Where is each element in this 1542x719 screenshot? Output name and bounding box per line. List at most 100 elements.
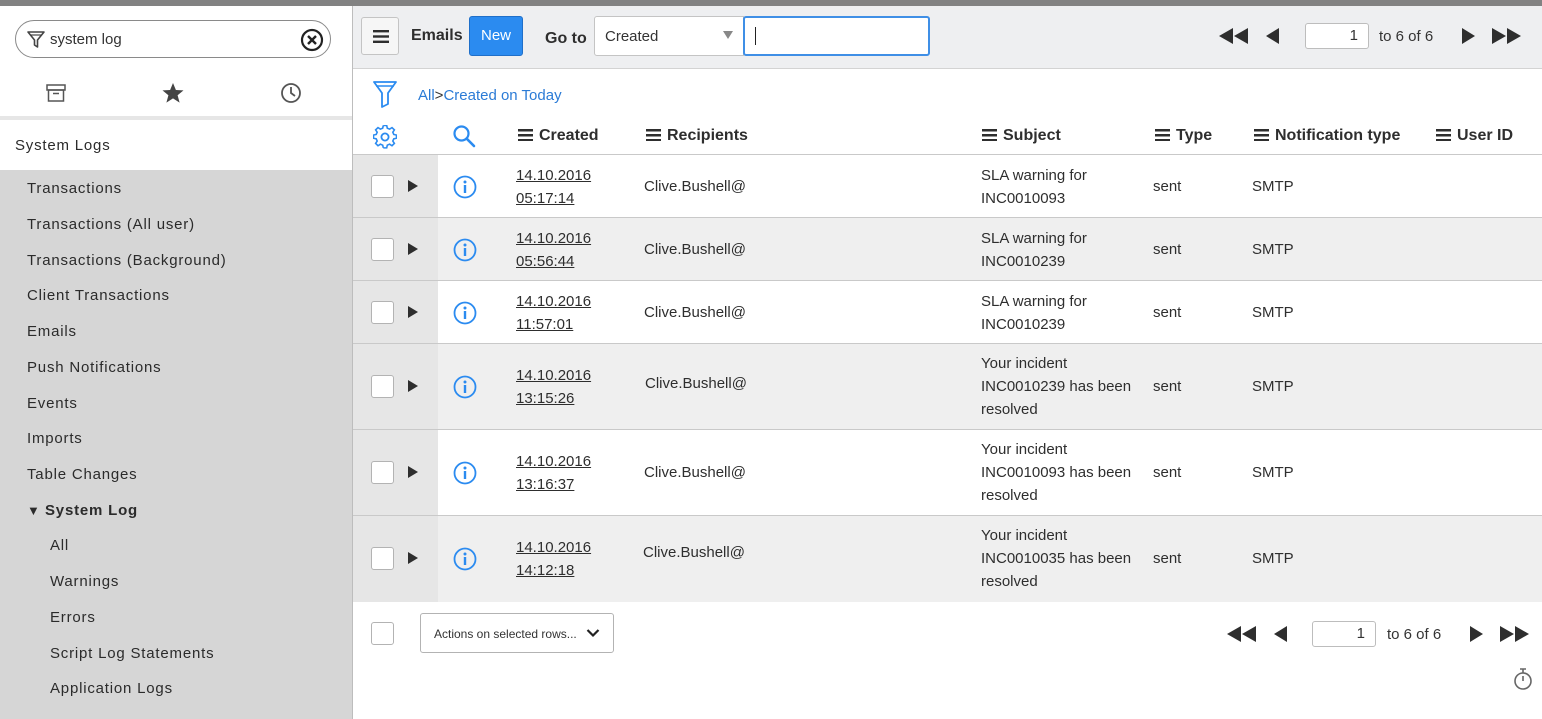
new-button[interactable]: New bbox=[469, 16, 523, 56]
module-emails[interactable]: Emails bbox=[27, 323, 77, 340]
row-checkbox[interactable] bbox=[371, 547, 394, 570]
next-page-icon[interactable] bbox=[1461, 28, 1475, 48]
column-notification-type[interactable]: Notification type bbox=[1254, 127, 1400, 145]
first-page-icon[interactable] bbox=[1227, 626, 1257, 646]
created-time[interactable]: 14:12:18 bbox=[516, 562, 574, 579]
module-push-notifications[interactable]: Push Notifications bbox=[27, 359, 161, 376]
navigator-filter-input[interactable] bbox=[50, 29, 290, 49]
created-time[interactable]: 13:15:26 bbox=[516, 390, 574, 407]
info-icon[interactable] bbox=[453, 238, 477, 267]
subject-line: INC0010239 bbox=[981, 253, 1066, 270]
column-menu-icon[interactable] bbox=[1155, 129, 1170, 141]
column-recipients[interactable]: Recipients bbox=[646, 127, 748, 145]
funnel-icon[interactable] bbox=[373, 80, 397, 113]
created-cell[interactable]: 14.10.2016 05:17:14 bbox=[516, 164, 591, 210]
column-subject[interactable]: Subject bbox=[982, 127, 1061, 145]
created-cell[interactable]: 14.10.2016 13:16:37 bbox=[516, 450, 591, 496]
row-checkbox[interactable] bbox=[371, 238, 394, 261]
created-date[interactable]: 14.10.2016 bbox=[516, 293, 591, 310]
module-transactions-all-user[interactable]: Transactions (All user) bbox=[27, 216, 195, 233]
row-checkbox[interactable] bbox=[371, 175, 394, 198]
module-system-log[interactable]: ▼ System Log bbox=[27, 502, 138, 519]
previous-page-icon[interactable] bbox=[1266, 28, 1280, 48]
module-events[interactable]: Events bbox=[27, 395, 78, 412]
module-script-log-statements[interactable]: Script Log Statements bbox=[50, 645, 214, 662]
expand-row-icon[interactable] bbox=[408, 180, 418, 192]
archive-icon[interactable] bbox=[45, 82, 67, 109]
top-page-input[interactable]: 1 bbox=[1305, 23, 1369, 49]
created-cell[interactable]: 14.10.2016 14:12:18 bbox=[516, 536, 591, 582]
search-icon[interactable] bbox=[452, 124, 476, 153]
created-time[interactable]: 05:17:14 bbox=[516, 190, 574, 207]
subject-line: Your incident bbox=[981, 441, 1068, 458]
bottom-page-input[interactable]: 1 bbox=[1312, 621, 1376, 647]
list-context-menu-button[interactable] bbox=[361, 17, 399, 55]
created-date[interactable]: 14.10.2016 bbox=[516, 539, 591, 556]
created-cell[interactable]: 14.10.2016 11:57:01 bbox=[516, 290, 591, 336]
star-icon[interactable] bbox=[161, 82, 185, 109]
recipients-cell: Clive.Bushell@ bbox=[644, 241, 746, 258]
goto-search-input[interactable] bbox=[743, 16, 930, 56]
stopwatch-icon[interactable] bbox=[1513, 667, 1533, 696]
module-transactions[interactable]: Transactions bbox=[27, 180, 122, 197]
created-time[interactable]: 13:16:37 bbox=[516, 476, 574, 493]
clear-filter-icon[interactable] bbox=[300, 28, 324, 57]
subject-line: SLA warning for bbox=[981, 167, 1087, 184]
column-menu-icon[interactable] bbox=[518, 129, 533, 141]
column-type[interactable]: Type bbox=[1155, 127, 1212, 145]
goto-field-select[interactable]: Created bbox=[594, 16, 744, 56]
module-system-log-errors[interactable]: Errors bbox=[50, 609, 96, 626]
created-date[interactable]: 14.10.2016 bbox=[516, 367, 591, 384]
previous-page-icon[interactable] bbox=[1274, 626, 1288, 646]
module-system-log-warnings[interactable]: Warnings bbox=[50, 573, 119, 590]
navigator-filter[interactable] bbox=[15, 20, 331, 58]
expand-row-icon[interactable] bbox=[408, 380, 418, 392]
expand-row-icon[interactable] bbox=[408, 466, 418, 478]
module-table-changes[interactable]: Table Changes bbox=[27, 466, 137, 483]
application-title[interactable]: System Logs bbox=[0, 120, 352, 170]
expand-triangle-icon[interactable]: ▼ bbox=[27, 503, 45, 518]
info-icon[interactable] bbox=[453, 547, 477, 576]
module-imports[interactable]: Imports bbox=[27, 430, 83, 447]
created-time[interactable]: 11:57:01 bbox=[516, 316, 573, 333]
first-page-icon[interactable] bbox=[1219, 28, 1249, 48]
type-cell: sent bbox=[1153, 378, 1182, 395]
column-menu-icon[interactable] bbox=[1254, 129, 1269, 141]
last-page-icon[interactable] bbox=[1499, 626, 1529, 646]
column-created[interactable]: Created bbox=[518, 127, 599, 145]
column-menu-icon[interactable] bbox=[982, 129, 997, 141]
module-system-log-all[interactable]: All bbox=[50, 537, 69, 554]
column-menu-icon[interactable] bbox=[646, 129, 661, 141]
expand-row-icon[interactable] bbox=[408, 552, 418, 564]
table-row: 14.10.2016 11:57:01 Clive.Bushell@ SLA wa… bbox=[353, 281, 1542, 344]
select-all-checkbox[interactable] bbox=[371, 622, 394, 645]
gear-icon[interactable] bbox=[372, 124, 398, 154]
module-client-transactions[interactable]: Client Transactions bbox=[27, 287, 170, 304]
created-date[interactable]: 14.10.2016 bbox=[516, 453, 591, 470]
next-page-icon[interactable] bbox=[1469, 626, 1483, 646]
row-checkbox[interactable] bbox=[371, 301, 394, 324]
info-icon[interactable] bbox=[453, 375, 477, 404]
module-transactions-background[interactable]: Transactions (Background) bbox=[27, 252, 227, 269]
column-menu-icon[interactable] bbox=[1436, 129, 1451, 141]
subject-line: Your incident bbox=[981, 527, 1068, 544]
created-cell[interactable]: 14.10.2016 05:56:44 bbox=[516, 227, 591, 273]
row-checkbox[interactable] bbox=[371, 461, 394, 484]
info-icon[interactable] bbox=[453, 301, 477, 330]
row-checkbox[interactable] bbox=[371, 375, 394, 398]
created-time[interactable]: 05:56:44 bbox=[516, 253, 574, 270]
column-user-id[interactable]: User ID bbox=[1436, 127, 1513, 145]
module-application-logs[interactable]: Application Logs bbox=[50, 680, 173, 697]
expand-row-icon[interactable] bbox=[408, 243, 418, 255]
last-page-icon[interactable] bbox=[1491, 28, 1521, 48]
expand-row-icon[interactable] bbox=[408, 306, 418, 318]
created-date[interactable]: 14.10.2016 bbox=[516, 167, 591, 184]
created-cell[interactable]: 14.10.2016 13:15:26 bbox=[516, 364, 591, 410]
history-icon[interactable] bbox=[280, 82, 302, 109]
info-icon[interactable] bbox=[453, 175, 477, 204]
created-date[interactable]: 14.10.2016 bbox=[516, 230, 591, 247]
breadcrumb-all[interactable]: All bbox=[418, 87, 435, 104]
actions-select[interactable]: Actions on selected rows... bbox=[420, 613, 614, 653]
info-icon[interactable] bbox=[453, 461, 477, 490]
breadcrumb-filter[interactable]: Created on Today bbox=[443, 87, 561, 104]
